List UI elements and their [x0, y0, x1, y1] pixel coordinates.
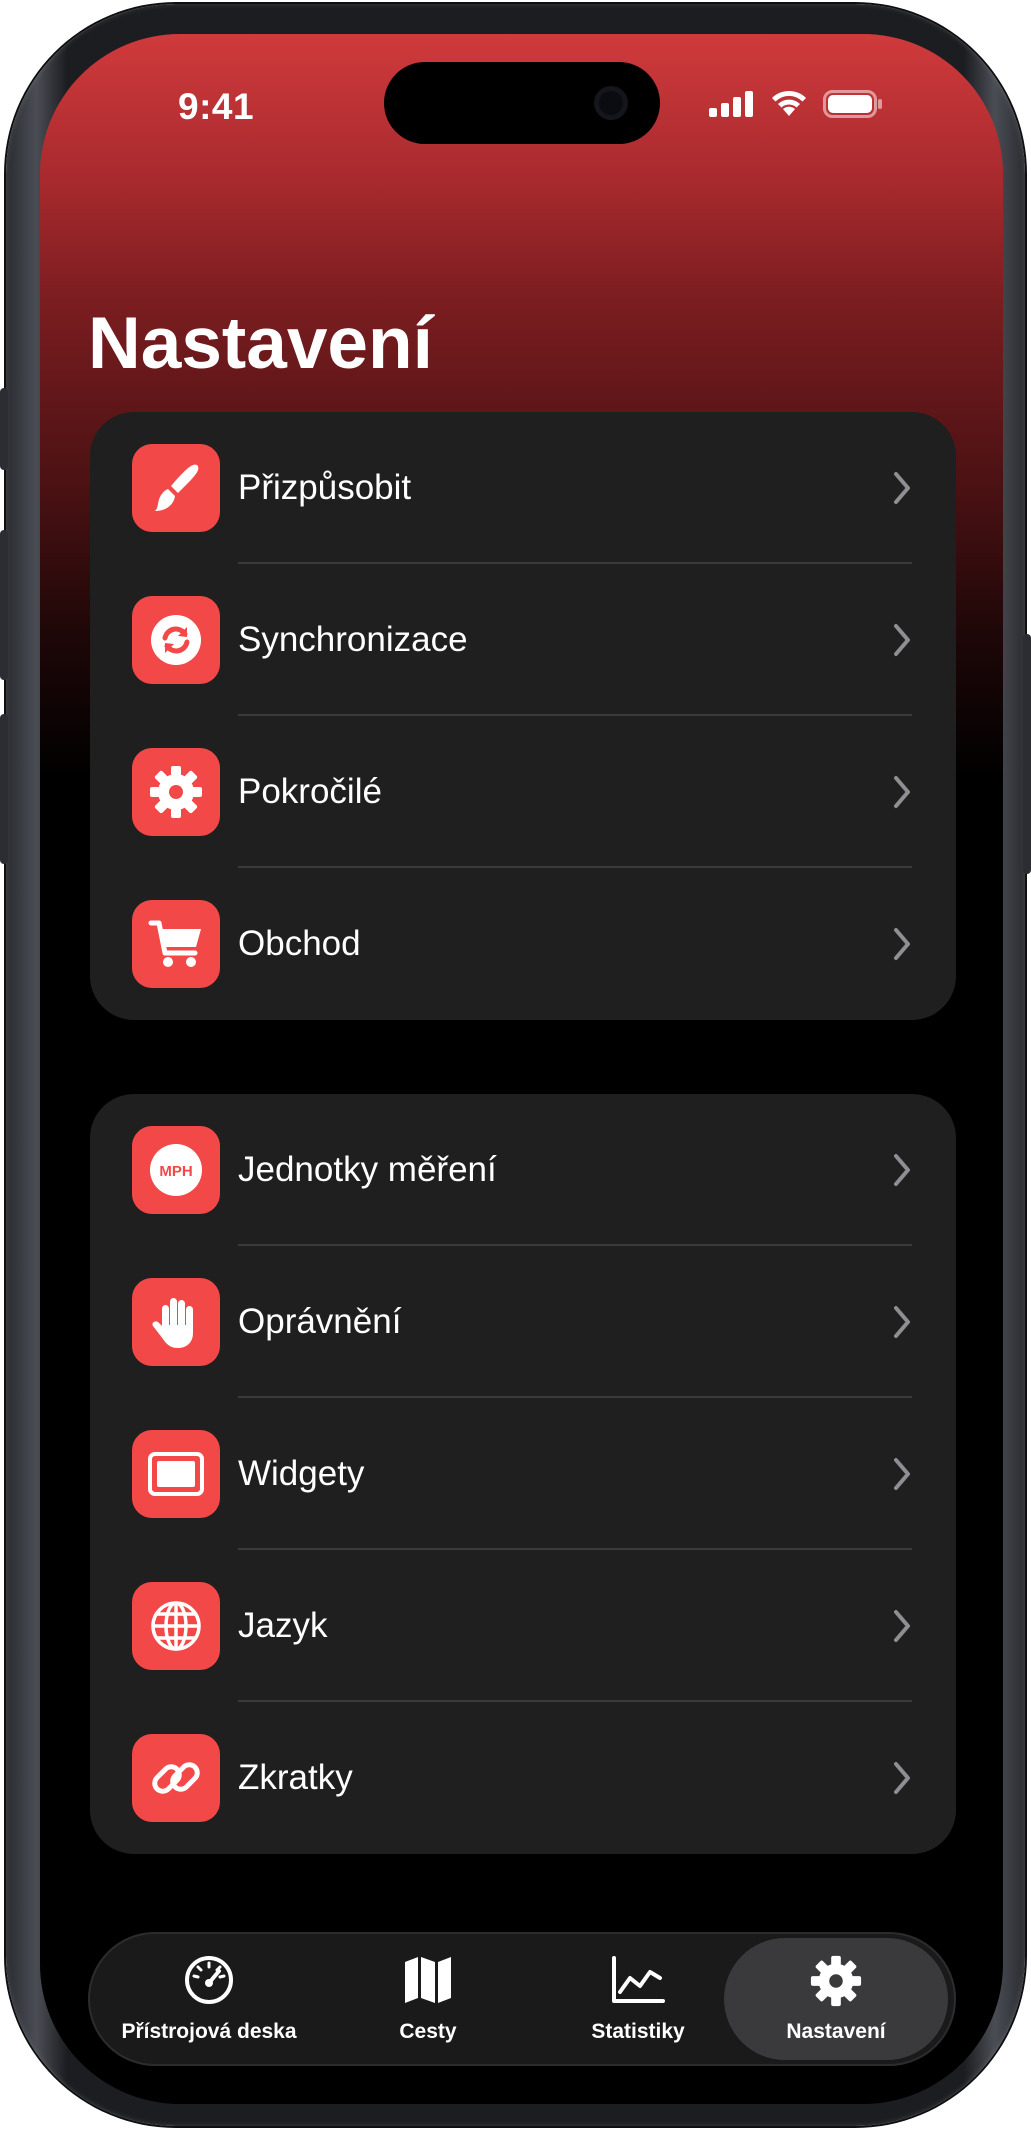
row-label: Widgety — [238, 1454, 365, 1493]
speedometer-icon — [185, 1956, 233, 2004]
chevron-right-icon — [894, 1610, 910, 1642]
chevron-right-icon — [894, 1458, 910, 1490]
dynamic-island — [384, 62, 660, 144]
front-camera — [594, 86, 628, 120]
action-button — [0, 388, 8, 470]
chevron-right-icon — [894, 1306, 910, 1338]
widget-icon — [132, 1430, 220, 1518]
cart-icon — [132, 900, 220, 988]
map-icon — [405, 1957, 451, 2003]
row-label: Oprávnění — [238, 1302, 402, 1341]
row-label: Pokročilé — [238, 772, 382, 811]
link-icon — [132, 1734, 220, 1822]
settings-row-advanced[interactable]: Pokročilé — [90, 716, 956, 868]
tab-label: Statistiky — [591, 2020, 685, 2043]
sync-icon — [132, 596, 220, 684]
row-label: Zkratky — [238, 1758, 353, 1797]
tab-settings[interactable]: Nastavení — [724, 1938, 948, 2060]
status-time: 9:41 — [178, 86, 255, 127]
chevron-right-icon — [894, 1762, 910, 1794]
row-label: Jazyk — [238, 1606, 328, 1645]
globe-icon — [132, 1582, 220, 1670]
tab-statistics[interactable]: Statistiky — [548, 1932, 728, 2066]
tab-dashboard[interactable]: Přístrojová deska — [118, 1932, 300, 2066]
settings-row-language[interactable]: Jazyk — [90, 1550, 956, 1702]
settings-row-shortcuts[interactable]: Zkratky — [90, 1702, 956, 1854]
volume-up-button — [0, 530, 8, 680]
tab-label: Nastavení — [786, 2020, 886, 2043]
power-button — [1023, 634, 1031, 874]
chart-icon — [612, 1956, 665, 2003]
settings-row-permissions[interactable]: Oprávnění — [90, 1246, 956, 1398]
chevron-right-icon — [894, 472, 910, 504]
settings-row-units[interactable]: MPH Jednotky měření — [90, 1094, 956, 1246]
screen: 9:41 Nastavení Přizpůsobit Synchronizace… — [40, 34, 1003, 2104]
mph-icon-text: MPH — [159, 1163, 192, 1180]
page-title: Nastavení — [88, 303, 433, 384]
gear-icon — [132, 748, 220, 836]
hand-icon — [132, 1278, 220, 1366]
row-label: Obchod — [238, 924, 361, 963]
tab-label: Přístrojová deska — [121, 2020, 297, 2043]
settings-row-widgets[interactable]: Widgety — [90, 1398, 956, 1550]
chevron-right-icon — [894, 776, 910, 808]
chevron-right-icon — [894, 928, 910, 960]
row-label: Jednotky měření — [238, 1150, 497, 1189]
tab-trips[interactable]: Cesty — [348, 1932, 508, 2066]
wifi-icon — [772, 90, 806, 116]
status-indicators — [709, 90, 883, 118]
volume-down-button — [0, 714, 8, 864]
settings-group-general: Přizpůsobit Synchronizace Pokročilé Obch… — [90, 412, 956, 1020]
gear-icon — [810, 1955, 862, 2007]
settings-row-customize[interactable]: Přizpůsobit — [90, 412, 956, 564]
chevron-right-icon — [894, 1154, 910, 1186]
battery-icon — [823, 90, 882, 118]
paintbrush-icon — [132, 444, 220, 532]
phone-frame: 9:41 Nastavení Přizpůsobit Synchronizace… — [0, 4, 1031, 2126]
tab-bar: Přístrojová deska Cesty Statistiky Nasta… — [88, 1932, 956, 2066]
row-label: Synchronizace — [238, 620, 468, 659]
cellular-signal-icon — [709, 91, 753, 117]
mph-icon: MPH — [132, 1126, 220, 1214]
settings-row-store[interactable]: Obchod — [90, 868, 956, 1020]
settings-row-sync[interactable]: Synchronizace — [90, 564, 956, 716]
row-label: Přizpůsobit — [238, 468, 412, 507]
settings-group-app: MPH Jednotky měření Oprávnění Widgety Ja… — [90, 1094, 956, 1854]
status-bar: 9:41 — [40, 34, 1003, 144]
tab-label: Cesty — [399, 2020, 457, 2043]
chevron-right-icon — [894, 624, 910, 656]
